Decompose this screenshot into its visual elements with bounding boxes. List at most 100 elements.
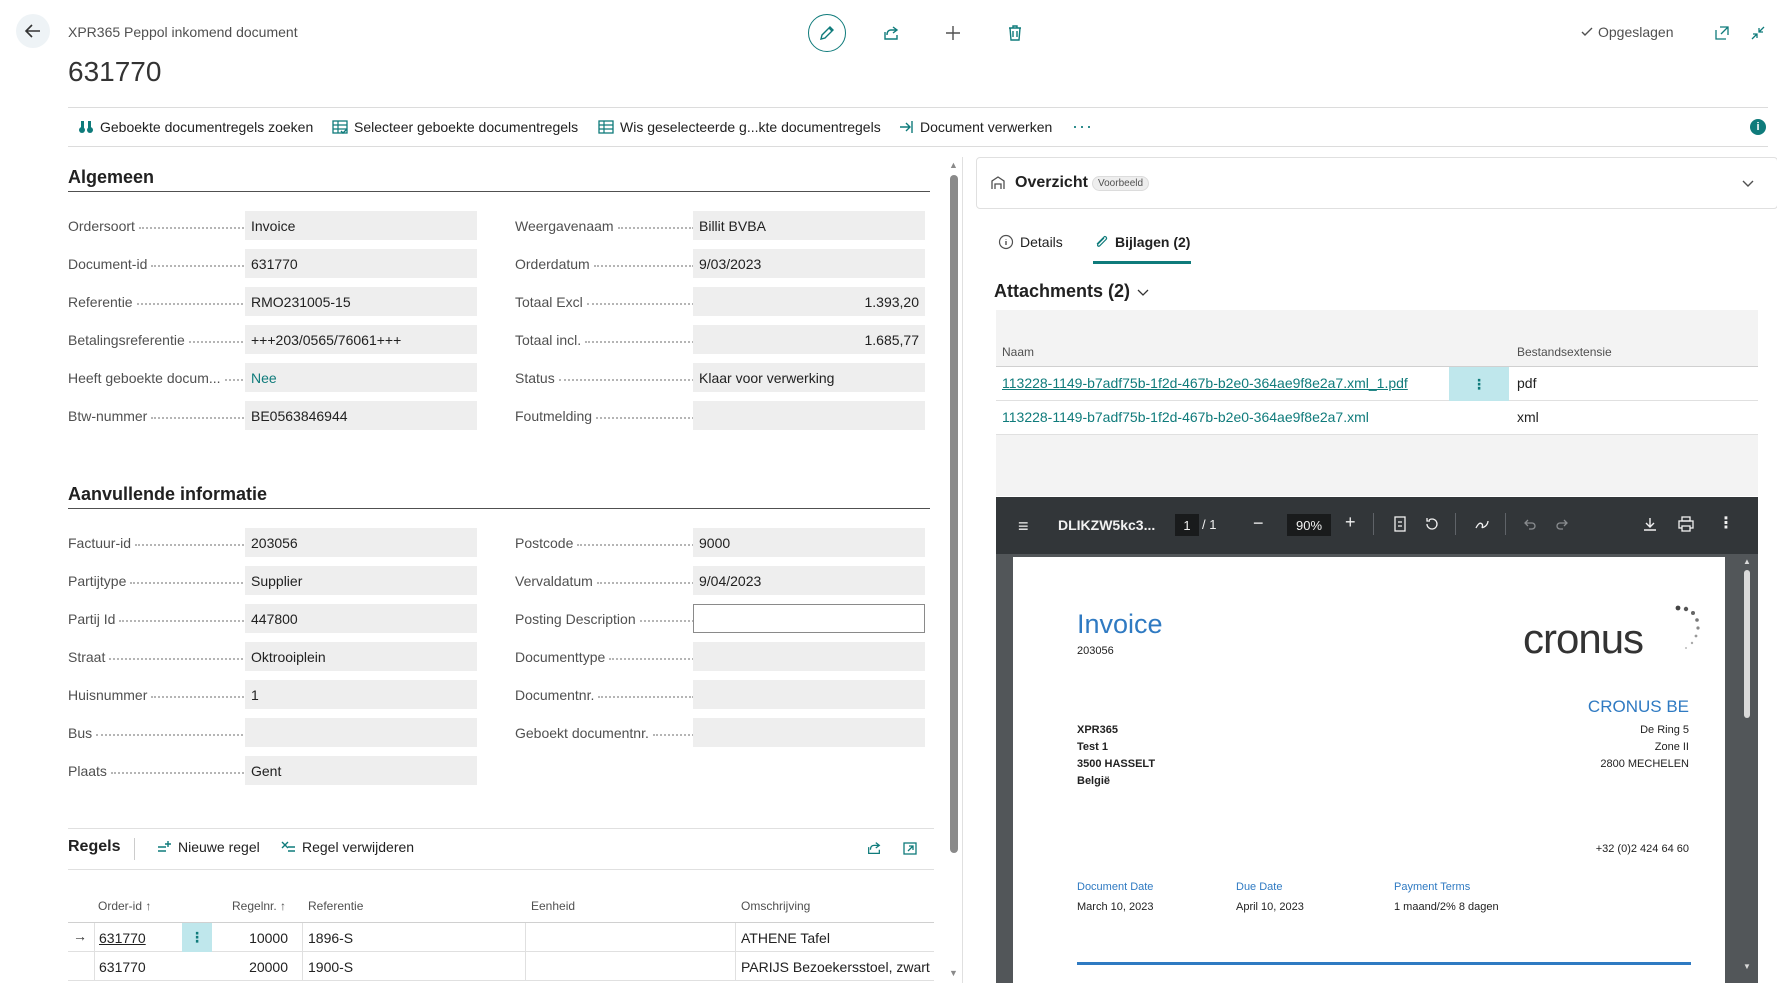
hamburger-menu-icon[interactable]: ≡ (1018, 516, 1029, 537)
field-value[interactable]: RMO231005-15 (245, 287, 477, 316)
regels-title[interactable]: Regels (68, 838, 120, 856)
attachment-name-link[interactable]: 113228-1149-b7adf75b-1f2d-467b-b2e0-364a… (1002, 409, 1369, 425)
field-value[interactable]: Oktrooiplein (245, 642, 477, 671)
zoom-in-icon[interactable]: + (1345, 512, 1356, 533)
tab-details[interactable]: Details (998, 234, 1063, 250)
download-icon[interactable] (1642, 516, 1658, 532)
col-header-name[interactable]: Naam (1002, 345, 1034, 359)
attachment-row[interactable]: 113228-1149-b7adf75b-1f2d-467b-b2e0-364a… (996, 367, 1758, 401)
col-header-order-id[interactable]: Order-id ↑ (98, 899, 151, 913)
field-value[interactable]: Klaar voor verwerking (693, 363, 925, 392)
checkmark-icon (1581, 27, 1593, 36)
pdf-more-icon[interactable]: ⋮ (1718, 513, 1734, 533)
field-value[interactable]: Billit BVBA (693, 211, 925, 240)
rotate-icon[interactable] (1424, 516, 1440, 532)
action-process-document[interactable]: Document verwerken (898, 119, 1052, 135)
label-leader-dots (151, 265, 247, 267)
table-row[interactable]: → 631770 ⋮ 10000 1896-S ATHENE Tafel (68, 923, 934, 952)
field-value[interactable] (693, 718, 925, 747)
field-label-text: Vervaldatum (515, 573, 593, 589)
section-title-aanvullend[interactable]: Aanvullende informatie (68, 484, 267, 505)
pdf-zoom-input[interactable]: 90% (1287, 514, 1331, 536)
label-leader-dots (577, 544, 694, 546)
tab-attachments[interactable]: Bijlagen (2) (1093, 234, 1190, 250)
field-value[interactable] (693, 680, 925, 709)
field-value[interactable]: 1.393,20 (693, 287, 925, 316)
pdf-page: Invoice 203056 cronus CRONUS BE XPR365 T… (1013, 557, 1725, 983)
cell-divider (302, 952, 303, 981)
cell-order-id[interactable]: 631770 (99, 930, 146, 946)
attachment-name-link[interactable]: 113228-1149-b7adf75b-1f2d-467b-b2e0-364a… (1002, 375, 1408, 391)
new-button[interactable] (941, 21, 965, 45)
action-select-posted-lines[interactable]: Selecteer geboekte documentregels (332, 119, 578, 135)
annotate-icon[interactable] (1474, 516, 1490, 532)
row-menu-button[interactable]: ⋮ (1449, 367, 1509, 401)
col-header-description[interactable]: Omschrijving (741, 899, 810, 913)
print-icon[interactable] (1678, 516, 1694, 532)
new-line-button[interactable]: Nieuwe regel (156, 839, 260, 855)
col-header-unit[interactable]: Eenheid (531, 899, 575, 913)
main-scrollbar-thumb[interactable] (950, 175, 958, 853)
field-value[interactable]: Gent (245, 756, 477, 785)
field-label-text: Partij Id (68, 611, 116, 627)
label-leader-dots (151, 696, 247, 698)
field-value[interactable] (693, 401, 925, 430)
field-value[interactable]: 9/04/2023 (693, 566, 925, 595)
action-clear-selected-lines[interactable]: Wis geselecteerde g...kte documentregels (598, 119, 881, 135)
field-value[interactable]: 9/03/2023 (693, 249, 925, 278)
cell-reference: 1896-S (308, 930, 354, 946)
redo-icon[interactable] (1555, 517, 1569, 531)
pane-divider[interactable] (962, 157, 963, 983)
action-find-posted-lines[interactable]: Geboekte documentregels zoeken (78, 119, 313, 135)
field-value[interactable]: BE0563846944 (245, 401, 477, 430)
field-value[interactable]: 203056 (245, 528, 477, 557)
col-header-reference[interactable]: Referentie (308, 899, 363, 913)
field-value[interactable] (693, 642, 925, 671)
attachment-row[interactable]: 113228-1149-b7adf75b-1f2d-467b-b2e0-364a… (996, 401, 1758, 435)
delete-line-button[interactable]: Regel verwijderen (280, 839, 414, 855)
section-title-algemeen[interactable]: Algemeen (68, 167, 154, 188)
scroll-up-arrow[interactable]: ▲ (949, 160, 958, 170)
field-value[interactable] (245, 718, 477, 747)
open-new-window-button[interactable] (1710, 21, 1734, 45)
field-value[interactable] (693, 604, 925, 633)
table-row[interactable]: 631770 20000 1900-S PARIJS Bezoekersstoe… (68, 952, 934, 981)
scroll-down-arrow[interactable]: ▼ (949, 968, 958, 978)
row-menu-button[interactable]: ⋮ (182, 923, 212, 952)
share-button[interactable] (879, 21, 903, 45)
pdf-meta-label: Document Date (1077, 881, 1154, 893)
field-label: Huisnummer (68, 685, 253, 705)
pdf-scroll-up-arrow[interactable]: ▲ (1743, 557, 1751, 566)
chevron-down-icon[interactable] (1741, 176, 1755, 190)
field-value[interactable]: 9000 (693, 528, 925, 557)
back-button[interactable] (16, 14, 50, 48)
col-header-line-no[interactable]: Regelnr. ↑ (232, 899, 286, 913)
field-value[interactable]: Nee (245, 363, 477, 392)
field-value[interactable]: +++203/0565/76061+++ (245, 325, 477, 354)
undo-icon[interactable] (1523, 517, 1537, 531)
field-value[interactable]: 1.685,77 (693, 325, 925, 354)
regels-expand-button[interactable] (898, 836, 922, 860)
field-label-text: Posting Description (515, 611, 636, 627)
field-value[interactable]: 1 (245, 680, 477, 709)
collapse-button[interactable] (1746, 21, 1770, 45)
regels-share-button[interactable] (862, 836, 886, 860)
col-header-extension[interactable]: Bestandsextensie (1517, 345, 1612, 359)
field-value[interactable]: 631770 (245, 249, 477, 278)
fit-page-icon[interactable] (1393, 516, 1407, 532)
cell-order-id[interactable]: 631770 (99, 959, 146, 975)
pdf-company-name: CRONUS BE (1587, 697, 1689, 716)
delete-button[interactable] (1003, 21, 1027, 45)
pdf-page-input[interactable]: 1 (1175, 514, 1199, 536)
field-label-text: Status (515, 370, 555, 386)
pdf-scrollbar-thumb[interactable] (1744, 570, 1750, 718)
field-value[interactable]: 447800 (245, 604, 477, 633)
edit-button[interactable] (808, 14, 846, 52)
more-actions-button[interactable]: ··· (1072, 116, 1093, 137)
field-value[interactable]: Supplier (245, 566, 477, 595)
attachments-title[interactable]: Attachments (2) (994, 281, 1150, 302)
zoom-out-icon[interactable]: − (1253, 513, 1264, 534)
pdf-scroll-down-arrow[interactable]: ▼ (1743, 962, 1751, 971)
info-icon[interactable]: i (1750, 119, 1766, 135)
field-value[interactable]: Invoice (245, 211, 477, 240)
